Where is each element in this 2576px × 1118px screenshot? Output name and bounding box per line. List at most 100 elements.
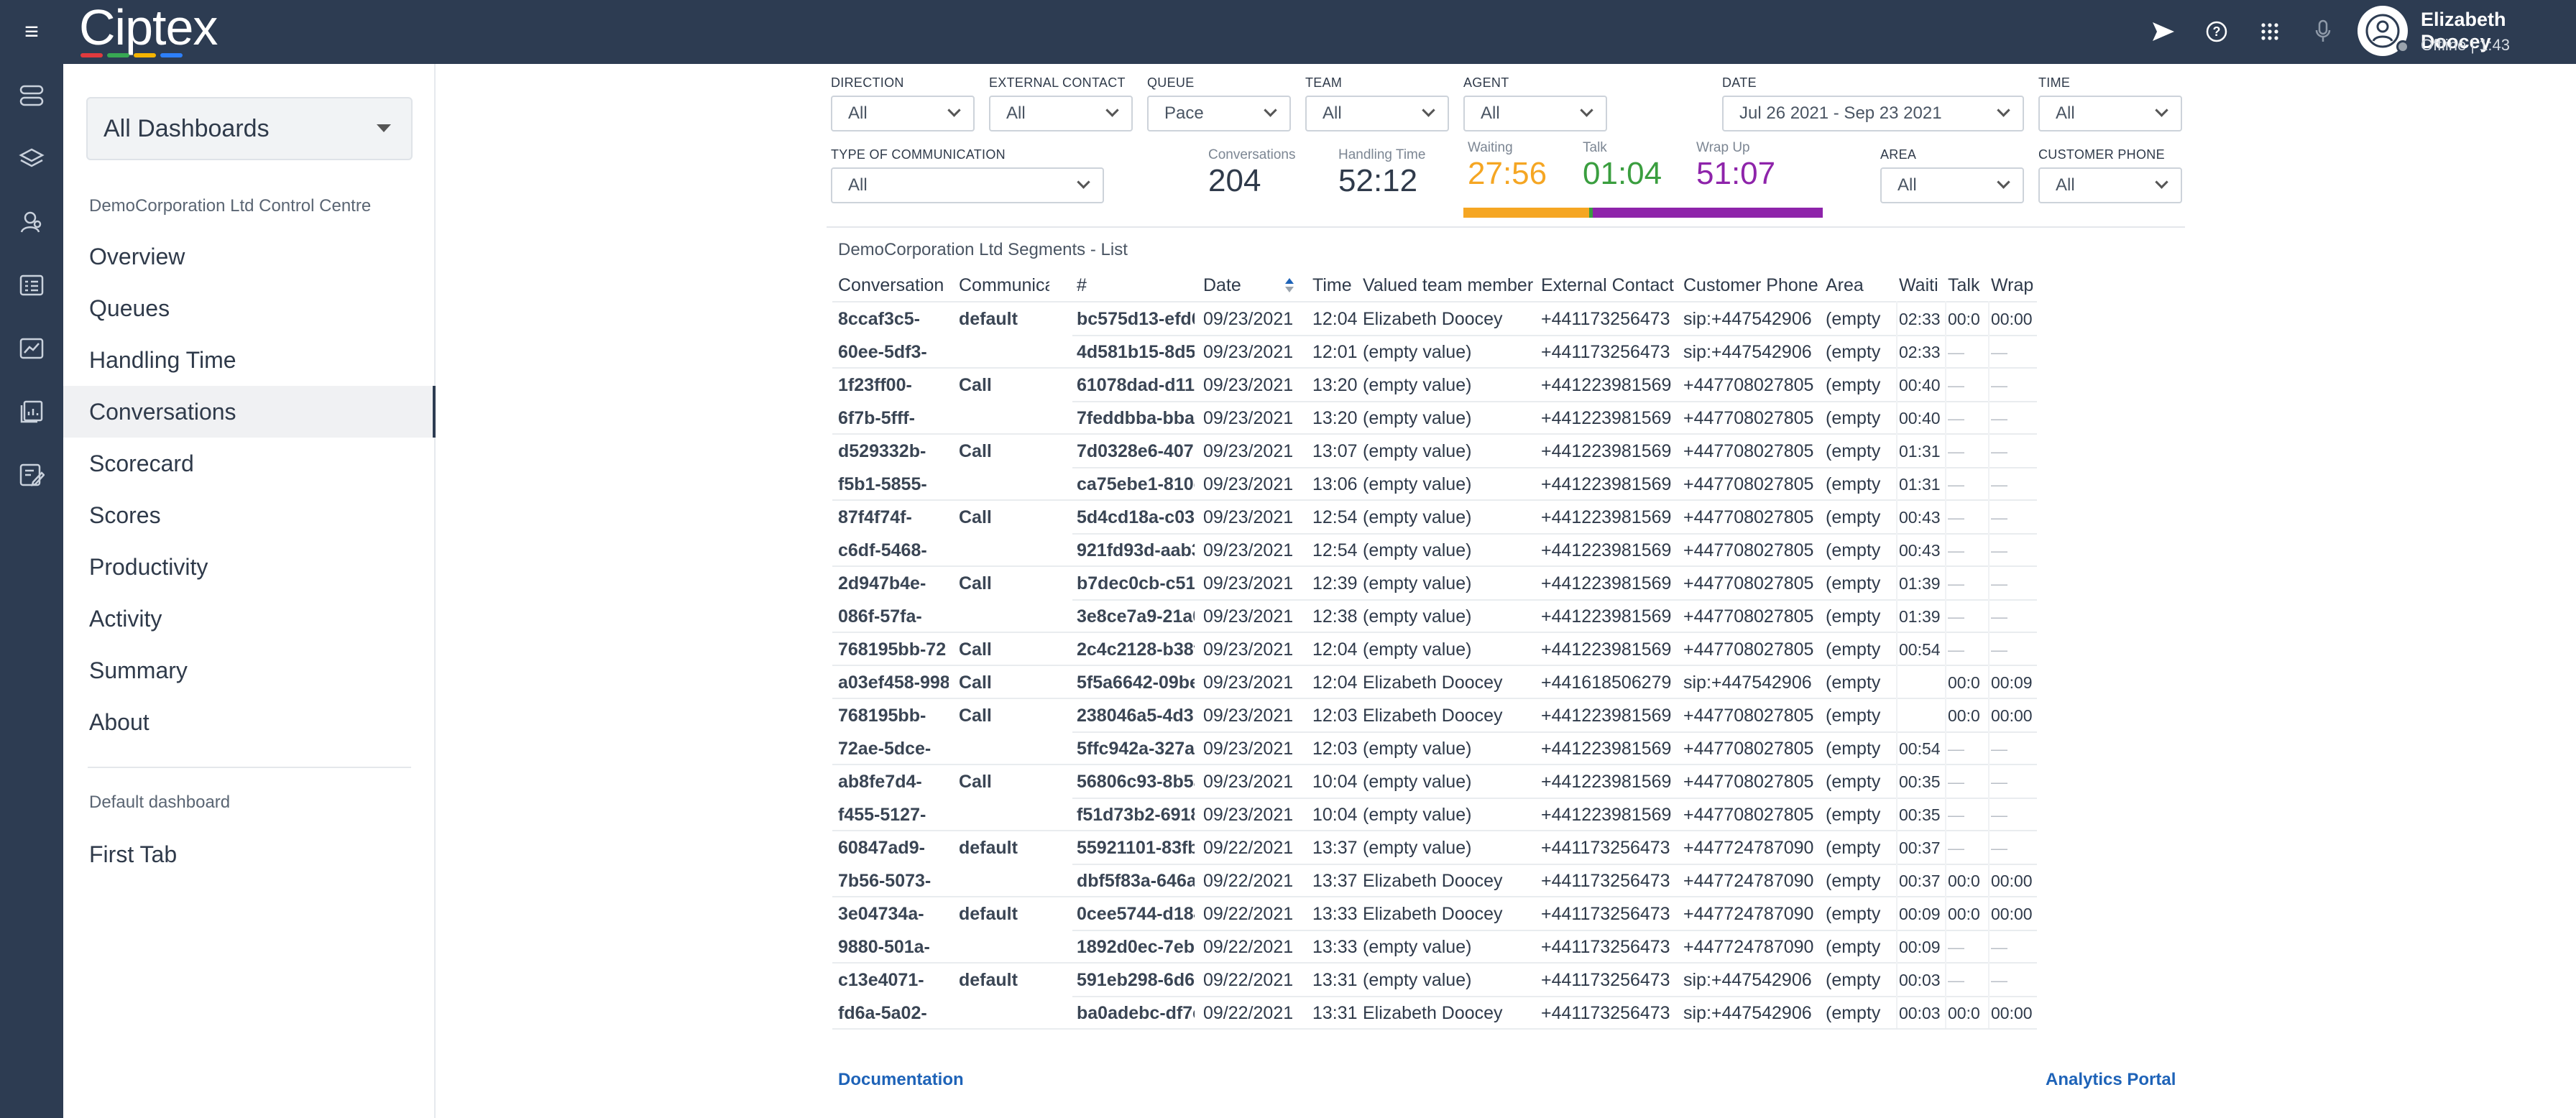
kpi-talk-label: Talk <box>1583 140 1607 155</box>
table-cell: 09/22/2021 <box>1203 937 1294 957</box>
filter-label-area: AREA <box>1880 147 1917 162</box>
table-header-1[interactable]: Communicat <box>959 269 1049 301</box>
queue-select[interactable]: Pace <box>1147 96 1291 131</box>
agent-select[interactable]: All <box>1463 96 1607 131</box>
table-cell: (empty value) <box>1363 639 1472 660</box>
table-cell: — <box>1948 607 1964 626</box>
conversation-id-cont: f5b1-5855- <box>838 474 927 494</box>
filter-label-team: TEAM <box>1305 75 1343 90</box>
sidebar-item-overview[interactable]: Overview <box>63 231 436 282</box>
contacts-icon[interactable] <box>14 205 49 239</box>
conversation-id[interactable]: a03ef458-998 <box>838 666 949 699</box>
conversation-id[interactable]: c13e4071- <box>838 964 949 997</box>
table-cell: 09/23/2021 <box>1203 540 1294 560</box>
list-icon[interactable] <box>14 268 49 302</box>
table-cell: +441173256473 <box>1541 871 1670 891</box>
table-cell: 09/23/2021 <box>1203 805 1294 825</box>
conversation-id[interactable]: 87f4f74f- <box>838 501 949 534</box>
conversation-id[interactable]: 768195bb- <box>838 699 949 732</box>
table-header-4[interactable]: Time <box>1312 269 1366 301</box>
table-cell: (empty value) <box>1363 772 1472 792</box>
conversation-id[interactable]: 3e04734a- <box>838 897 949 930</box>
table-cell: 5ffc942a-327a <box>1077 739 1195 759</box>
sidebar-item-scores[interactable]: Scores <box>63 489 436 541</box>
table-cell: +447708027805 <box>1683 441 1814 461</box>
table-header-6[interactable]: External Contact <box>1541 269 1678 301</box>
table-cell: 7feddbba-bba <box>1077 408 1195 428</box>
table-cell: +441173256473 <box>1541 1003 1670 1023</box>
area-select[interactable]: All <box>1880 167 2024 203</box>
table-header-0[interactable]: Conversation <box>838 269 949 301</box>
ciptex-logo[interactable]: Ciptex <box>79 1 218 59</box>
apps-grid-icon[interactable] <box>2254 16 2286 47</box>
conversation-id[interactable]: 1f23ff00- <box>838 369 949 402</box>
conversation-id-cont: c6df-5468- <box>838 540 927 560</box>
table-header-7[interactable]: Customer Phone <box>1683 269 1820 301</box>
table-header-10[interactable]: Talk <box>1948 269 1987 301</box>
sidebar-item-handling-time[interactable]: Handling Time <box>63 334 436 386</box>
table-cell: — <box>1948 409 1964 428</box>
table-cell: +447708027805 <box>1683 540 1814 560</box>
table-header-5[interactable]: Valued team member <box>1363 269 1538 301</box>
time-select[interactable]: All <box>2038 96 2182 131</box>
sidebar-item-productivity[interactable]: Productivity <box>63 541 436 593</box>
table-cell: 00:00 <box>1991 1004 2033 1022</box>
chevron-down-icon <box>1077 175 1090 189</box>
conversation-id[interactable]: 60847ad9- <box>838 831 949 864</box>
status-dot <box>2396 40 2409 53</box>
conversation-id[interactable]: 8ccaf3c5- <box>838 302 949 336</box>
table-cell: +447708027805 <box>1683 739 1814 759</box>
dashboard-select[interactable]: All Dashboards <box>86 97 413 160</box>
table-cell: 09/23/2021 <box>1203 507 1294 527</box>
trend-chart-icon[interactable] <box>14 331 49 366</box>
table-cell: +441173256473 <box>1541 970 1670 990</box>
table-cell: 00:00 <box>1991 706 2033 725</box>
user-avatar[interactable] <box>2358 6 2409 56</box>
sort-icon[interactable] <box>1284 277 1295 294</box>
table-cell: — <box>1991 574 2007 593</box>
communication-type: Call <box>959 673 992 693</box>
analytics-portal-link[interactable]: Analytics Portal <box>2046 1070 2176 1090</box>
table-cell: +447724787090 <box>1683 904 1814 924</box>
table-header-9[interactable]: Waiti <box>1899 269 1942 301</box>
table-bottom-line <box>832 1028 2037 1030</box>
table-cell: Elizabeth Doocey <box>1363 1003 1503 1023</box>
table-cell: dbf5f83a-646a <box>1077 871 1195 891</box>
table-header-2[interactable]: # <box>1077 269 1195 301</box>
conversation-id[interactable]: 2d947b4e- <box>838 567 949 600</box>
conversation-id[interactable]: d529332b- <box>838 435 949 468</box>
sidebar-item-first-tab[interactable]: First Tab <box>63 828 436 880</box>
sidebar-item-summary[interactable]: Summary <box>63 645 436 696</box>
edit-report-icon[interactable] <box>14 458 49 492</box>
direction-select[interactable]: All <box>831 96 975 131</box>
table-cell: 591eb298-6d6 <box>1077 970 1195 990</box>
layers-icon[interactable] <box>14 142 49 176</box>
sidebar-item-queues[interactable]: Queues <box>63 282 436 334</box>
report-icon[interactable] <box>14 394 49 429</box>
customer-phone-select[interactable]: All <box>2038 167 2182 203</box>
sidebar-item-conversations[interactable]: Conversations <box>63 386 436 438</box>
microphone-icon[interactable] <box>2307 16 2339 47</box>
date-range-select[interactable]: Jul 26 2021 - Sep 23 2021 <box>1722 96 2024 131</box>
type-of-communication-select[interactable]: All <box>831 167 1104 203</box>
sidebar-item-activity[interactable]: Activity <box>63 593 436 645</box>
table-cell: (empty <box>1826 408 1881 428</box>
team-select[interactable]: All <box>1305 96 1449 131</box>
table-cell: 09/22/2021 <box>1203 838 1294 858</box>
table-cell: 09/22/2021 <box>1203 970 1294 990</box>
table-cell: 00:0 <box>1948 310 1980 328</box>
help-icon[interactable]: ? <box>2201 16 2232 47</box>
sidebar-item-scorecard[interactable]: Scorecard <box>63 438 436 489</box>
top-icons: ? <box>2148 13 2339 50</box>
sidebar-item-about[interactable]: About <box>63 696 436 748</box>
documentation-link[interactable]: Documentation <box>838 1070 964 1090</box>
conversation-id[interactable]: 768195bb-72 <box>838 633 949 666</box>
conversation-id[interactable]: ab8fe7d4- <box>838 765 949 798</box>
kpi-conversations-label: Conversations <box>1208 147 1296 162</box>
table-header-11[interactable]: Wrap U <box>1991 269 2033 301</box>
table-header-8[interactable]: Area <box>1826 269 1893 301</box>
servers-icon[interactable] <box>14 78 49 113</box>
external-contact-select[interactable]: All <box>989 96 1133 131</box>
hamburger-menu-icon[interactable]: ≡ <box>17 19 46 45</box>
send-icon[interactable] <box>2148 16 2179 47</box>
